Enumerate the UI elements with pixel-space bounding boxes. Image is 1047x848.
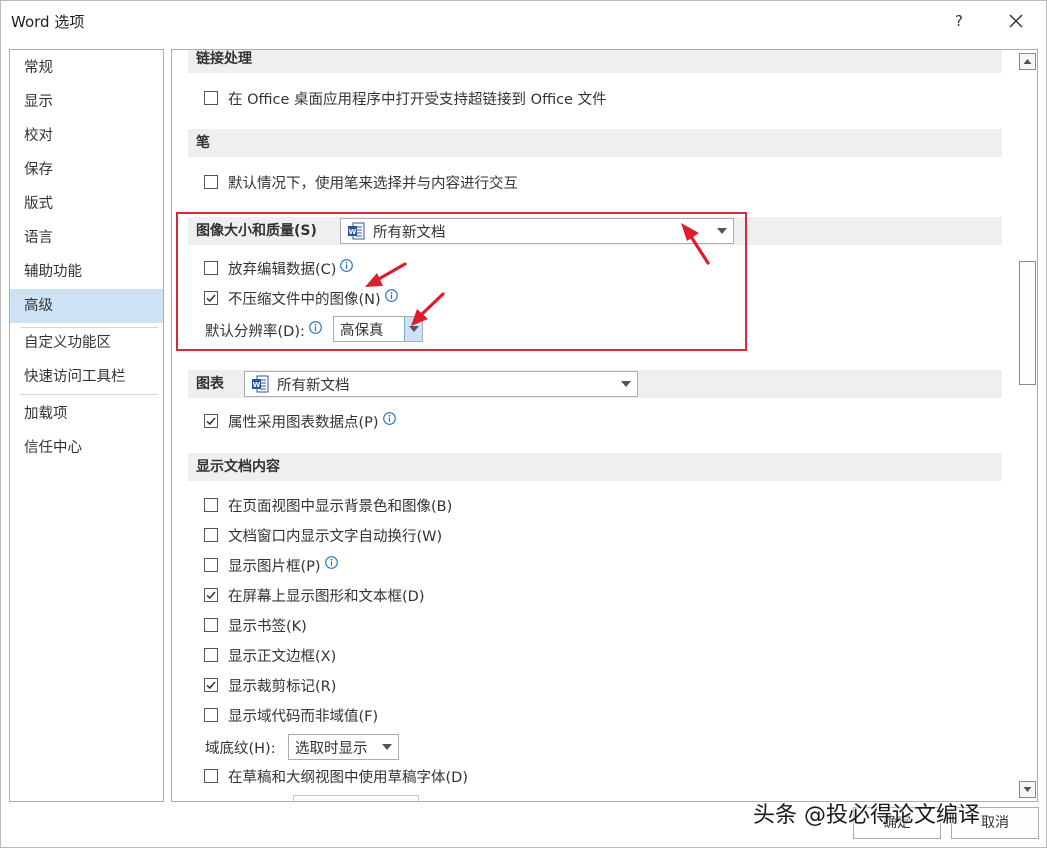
option-discard-editing-data[interactable]: 放弃编辑数据(C) (204, 257, 354, 279)
dialog-title: Word 选项 (11, 13, 85, 31)
advanced-options-panel: 链接处理 在 Office 桌面应用程序中打开受支持超链接到 Office 文件… (171, 49, 1038, 802)
option-use-draft-font[interactable]: 在草稿和大纲视图中使用草稿字体(D) (204, 765, 468, 787)
partial-dropdown (293, 795, 419, 801)
scroll-up-button[interactable] (1019, 53, 1036, 70)
checkbox[interactable] (204, 648, 218, 662)
svg-text:W: W (349, 228, 357, 236)
option-show-text-boundaries[interactable]: 显示正文边框(X) (204, 644, 336, 666)
triangle-down-icon (1023, 787, 1032, 792)
checkbox-checked[interactable] (204, 291, 218, 305)
option-do-not-compress-images[interactable]: 不压缩文件中的图像(N) (204, 287, 398, 309)
option-wrap-text-in-window[interactable]: 文档窗口内显示文字自动换行(W) (204, 524, 442, 546)
checkbox[interactable] (204, 708, 218, 722)
option-open-office-links[interactable]: 在 Office 桌面应用程序中打开受支持超链接到 Office 文件 (204, 87, 607, 109)
sidebar-item-save[interactable]: 保存 (10, 153, 163, 187)
option-chart-data-point-properties[interactable]: 属性采用图表数据点(P) (204, 410, 396, 432)
checkbox[interactable] (204, 618, 218, 632)
sidebar-item-trust-center[interactable]: 信任中心 (10, 431, 163, 465)
checkbox-checked[interactable] (204, 414, 218, 428)
section-pen: 笔 (188, 129, 1002, 157)
checkbox[interactable] (204, 528, 218, 542)
sidebar-item-advanced[interactable]: 高级 (10, 289, 163, 323)
checkmark-icon (206, 417, 216, 426)
default-resolution-row: 默认分辨率(D): (205, 319, 322, 341)
checkbox[interactable] (204, 91, 218, 105)
info-icon (324, 555, 338, 569)
word-options-dialog: Word 选项 ? 常规 显示 校对 保存 版式 语言 辅助功能 高级 自定义功… (0, 0, 1047, 848)
checkbox[interactable] (204, 175, 218, 189)
checkbox[interactable] (204, 498, 218, 512)
sidebar-item-accessibility[interactable]: 辅助功能 (10, 255, 163, 289)
sidebar-divider (20, 394, 158, 395)
word-document-icon: W (348, 222, 365, 240)
image-quality-document-select[interactable]: W 所有新文档 (340, 218, 734, 244)
svg-text:W: W (253, 381, 261, 389)
chevron-down-icon (409, 326, 419, 332)
option-pen-select[interactable]: 默认情况下，使用笔来选择并与内容进行交互 (204, 171, 518, 193)
title-bar: Word 选项 ? (1, 1, 1046, 41)
scroll-down-button[interactable] (1019, 781, 1036, 798)
chart-document-select[interactable]: W 所有新文档 (244, 371, 638, 397)
option-show-field-codes[interactable]: 显示域代码而非域值(F) (204, 704, 378, 726)
default-resolution-select[interactable]: 高保真 (333, 316, 423, 342)
close-button[interactable] (1002, 7, 1030, 35)
options-category-list: 常规 显示 校对 保存 版式 语言 辅助功能 高级 自定义功能区 快速访问工具栏… (9, 49, 164, 802)
option-show-bookmarks[interactable]: 显示书签(K) (204, 614, 307, 636)
info-icon (309, 320, 322, 334)
chevron-down-icon (717, 228, 727, 234)
field-shading-select[interactable]: 选取时显示 (288, 734, 399, 760)
checkmark-icon (206, 591, 216, 600)
scroll-thumb[interactable] (1019, 261, 1036, 385)
section-hyperlink: 链接处理 (188, 50, 1002, 73)
option-show-picture-placeholders[interactable]: 显示图片框(P) (204, 554, 338, 576)
close-icon (1009, 14, 1023, 28)
word-document-icon: W (252, 375, 269, 393)
checkbox[interactable] (204, 769, 218, 783)
sidebar-item-language[interactable]: 语言 (10, 221, 163, 255)
checkbox-checked[interactable] (204, 678, 218, 692)
info-icon (340, 258, 354, 272)
field-shading-label: 域底纹(H): (205, 740, 276, 757)
sidebar-item-quick-access-toolbar[interactable]: 快速访问工具栏 (10, 360, 163, 394)
option-show-crop-marks[interactable]: 显示裁剪标记(R) (204, 674, 336, 696)
watermark-text: 头条 @投必得论文编译 (753, 803, 980, 828)
vertical-scrollbar[interactable] (1018, 50, 1037, 801)
checkmark-icon (206, 294, 216, 303)
option-show-drawings-text-boxes[interactable]: 在屏幕上显示图形和文本框(D) (204, 584, 424, 606)
triangle-up-icon (1023, 59, 1032, 64)
checkbox[interactable] (204, 261, 218, 275)
info-icon (384, 288, 398, 302)
option-show-background-colors[interactable]: 在页面视图中显示背景色和图像(B) (204, 494, 452, 516)
sidebar-item-customize-ribbon[interactable]: 自定义功能区 (10, 326, 163, 360)
chevron-down-icon (382, 744, 392, 750)
help-button[interactable]: ? (947, 9, 971, 33)
sidebar-item-add-ins[interactable]: 加载项 (10, 397, 163, 431)
sidebar-item-display[interactable]: 显示 (10, 85, 163, 119)
sidebar-item-general[interactable]: 常规 (10, 51, 163, 85)
sidebar-item-layout[interactable]: 版式 (10, 187, 163, 221)
sidebar-item-proofing[interactable]: 校对 (10, 119, 163, 153)
section-show-document-content: 显示文档内容 (188, 453, 1002, 481)
chevron-down-icon (621, 381, 631, 387)
checkmark-icon (206, 681, 216, 690)
dropdown-button[interactable] (404, 317, 422, 341)
checkbox-checked[interactable] (204, 588, 218, 602)
info-icon (382, 411, 396, 425)
checkbox[interactable] (204, 558, 218, 572)
